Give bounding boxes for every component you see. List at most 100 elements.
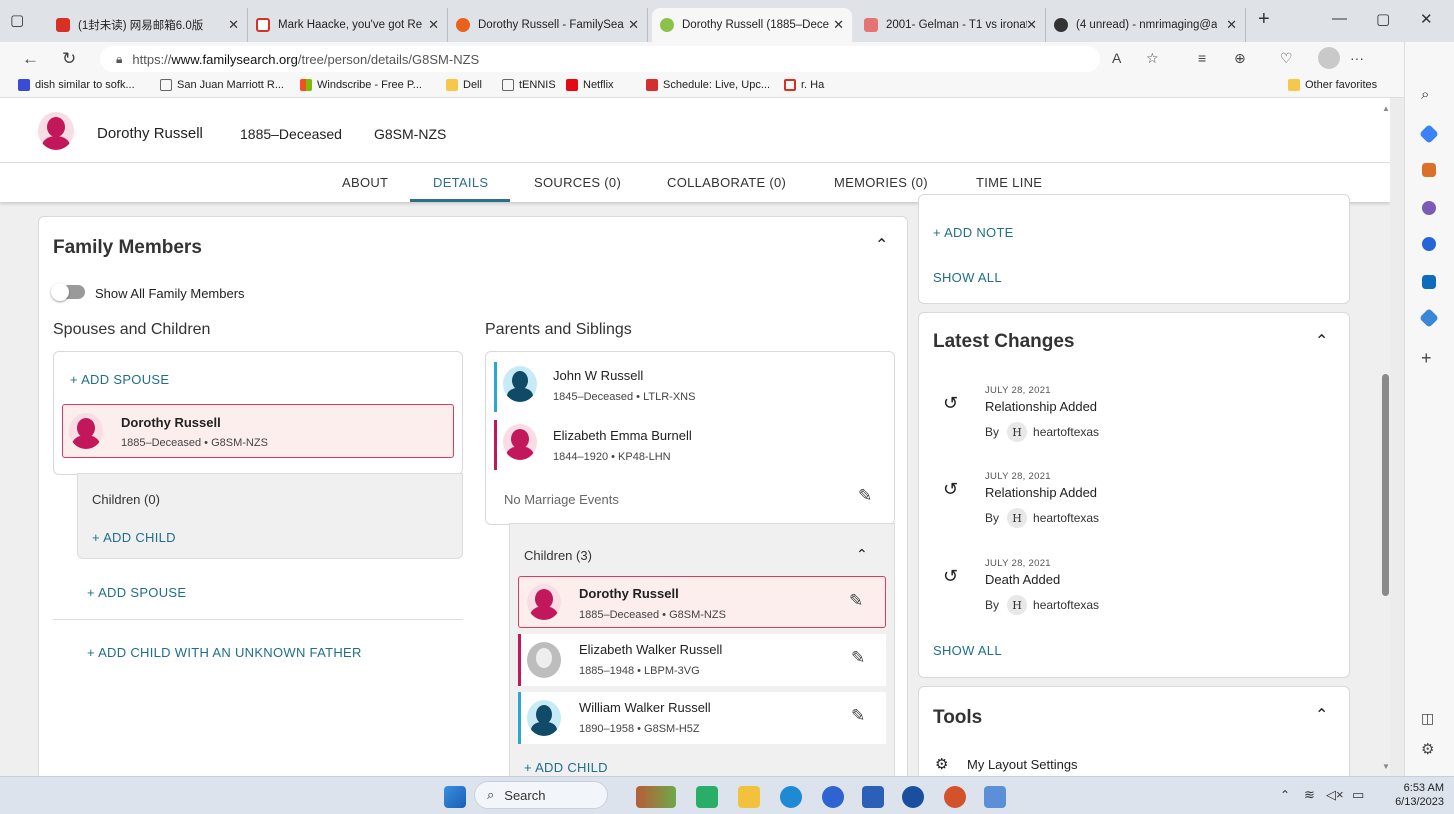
profile-avatar[interactable] [1318,47,1340,69]
collapse-chevron-icon[interactable]: ⌃ [875,235,888,255]
browser-tab[interactable]: (4 unread) - nmrimaging@a ✕ [1046,8,1246,42]
sibling-person-card[interactable]: William Walker Russell 1890–1958 • G8SM-… [518,692,886,744]
tools-icon[interactable] [1422,163,1436,177]
bookmark[interactable]: Windscribe - Free P... [300,79,422,91]
widgets-icon[interactable] [636,786,676,808]
restore-icon[interactable]: ▢ [1376,10,1390,28]
browser-tab[interactable]: Mark Haacke, you've got Re ✕ [248,8,448,42]
add-child-link[interactable]: + ADD CHILD [524,760,608,775]
edge-icon[interactable] [780,786,802,808]
games-icon[interactable] [1422,201,1436,215]
wifi-icon[interactable]: ≋ [1304,787,1315,803]
minimize-icon[interactable]: — [1332,10,1347,27]
edit-pencil-icon[interactable]: ✎ [851,648,865,668]
volume-muted-icon[interactable]: ◁× [1326,787,1344,803]
tab-memories[interactable]: MEMORIES (0) [834,175,928,190]
sibling-person-card[interactable]: Elizabeth Walker Russell 1885–1948 • LBP… [518,634,886,686]
add-note-link[interactable]: + ADD NOTE [933,225,1014,240]
favorite-star-icon[interactable]: ☆ [1146,50,1159,67]
bookmark[interactable]: Schedule: Live, Upc... [646,79,770,91]
powerpoint-icon[interactable] [944,786,966,808]
settings-gear-icon[interactable]: ⚙ [935,755,948,773]
tab-timeline[interactable]: TIME LINE [976,175,1042,190]
edit-pencil-icon[interactable]: ✎ [851,706,865,726]
father-person-card[interactable]: John W Russell 1845–Deceased • LTLR-XNS [494,362,888,412]
scrollbar-thumb[interactable] [1382,374,1389,596]
add-spouse-link[interactable]: + ADD SPOUSE [70,372,169,387]
bookmark[interactable]: Netflix [566,79,614,91]
bookmark[interactable]: dish similar to sofk... [18,79,135,91]
tab-collaborate[interactable]: COLLABORATE (0) [667,175,786,190]
close-icon[interactable]: ✕ [628,17,639,33]
word-icon[interactable] [862,786,884,808]
layout-settings-link[interactable]: My Layout Settings [967,757,1078,772]
edit-pencil-icon[interactable]: ✎ [849,591,863,611]
taskbar-search[interactable]: ⌕ Search [474,781,608,809]
office-icon[interactable] [1422,237,1436,251]
sidebar-panel-icon[interactable]: ◫ [1421,710,1434,727]
browser-tab[interactable]: 2001- Gelman - T1 vs ironat ✕ [856,8,1046,42]
other-favorites[interactable]: Other favorites [1288,79,1377,91]
window-close-icon[interactable]: ✕ [1420,10,1433,28]
user-link[interactable]: heartoftexas [1033,511,1099,525]
bookmark[interactable]: Dell [446,79,482,91]
self-person-card[interactable]: Dorothy Russell 1885–Deceased • G8SM-NZS [62,404,454,458]
wechat-icon[interactable] [696,786,718,808]
extensions-icon[interactable]: ♡ [1280,50,1293,67]
copilot-icon[interactable] [822,786,844,808]
more-icon[interactable]: ··· [1350,50,1364,66]
tray-chevron-icon[interactable]: ⌃ [1280,788,1290,802]
collapse-chevron-icon[interactable]: ⌃ [856,546,868,563]
close-icon[interactable]: ✕ [428,17,439,33]
bookmark[interactable]: tENNIS [502,79,556,91]
close-icon[interactable]: ✕ [1226,17,1237,33]
scroll-up-icon[interactable]: ▲ [1382,104,1390,113]
bookmark[interactable]: San Juan Marriott R... [160,79,284,91]
changes-show-all-link[interactable]: SHOW ALL [933,643,1002,658]
browser-tab[interactable]: (1封未读) 网易邮箱6.0版 ✕ [48,8,248,42]
tab-details[interactable]: DETAILS [433,175,488,190]
show-all-toggle[interactable] [51,283,85,301]
close-icon[interactable]: ✕ [228,17,239,33]
bookmark[interactable]: r. Ha [784,79,824,91]
tab-sources[interactable]: SOURCES (0) [534,175,621,190]
collapse-chevron-icon[interactable]: ⌃ [1315,705,1328,725]
send-icon[interactable] [1419,308,1439,328]
user-link[interactable]: heartoftexas [1033,598,1099,612]
tab-about[interactable]: ABOUT [342,175,388,190]
shopping-tag-icon[interactable] [1419,124,1439,144]
mother-person-card[interactable]: Elizabeth Emma Burnell 1844–1920 • KP48-… [494,420,888,470]
favorites-icon[interactable]: ≡ [1198,50,1206,66]
close-icon[interactable]: ✕ [1026,17,1037,33]
add-child-link[interactable]: + ADD CHILD [92,530,176,545]
settings-gear-icon[interactable]: ⚙ [1421,740,1434,758]
add-spouse-link[interactable]: + ADD SPOUSE [87,585,186,600]
back-icon[interactable]: ← [22,49,39,69]
collapse-chevron-icon[interactable]: ⌃ [1315,331,1328,351]
browser-tab-active[interactable]: Dorothy Russell (1885–Dece ✕ [652,8,852,42]
add-icon[interactable]: + [1421,348,1432,369]
read-aloud-icon[interactable]: A [1112,50,1121,66]
clock-date[interactable]: 6/13/2023 [1380,796,1444,808]
edit-pencil-icon[interactable]: ✎ [858,486,872,506]
teamviewer-icon[interactable] [902,786,924,808]
url-field[interactable]: 🔒︎ https://www.familysearch.org/tree/per… [100,46,1100,72]
add-child-unknown-father-link[interactable]: + ADD CHILD WITH AN UNKNOWN FATHER [87,645,362,660]
calculator-icon[interactable] [984,786,1006,808]
sibling-person-card[interactable]: Dorothy Russell 1885–Deceased • G8SM-NZS… [518,576,886,628]
start-icon[interactable] [444,786,466,808]
tab-actions-icon[interactable]: ▢ [10,11,24,29]
user-link[interactable]: heartoftexas [1033,425,1099,439]
refresh-icon[interactable]: ↻ [62,49,76,69]
collections-icon[interactable]: ⊕ [1234,50,1246,67]
outlook-icon[interactable] [1422,275,1436,289]
browser-tab[interactable]: Dorothy Russell - FamilySea ✕ [448,8,648,42]
notes-show-all-link[interactable]: SHOW ALL [933,270,1002,285]
page-scrollbar[interactable]: ▲ ▼ [1380,104,1390,776]
file-explorer-icon[interactable] [738,786,760,808]
new-tab-icon[interactable]: + [1258,8,1270,31]
battery-icon[interactable]: ▭ [1352,787,1364,803]
clock-time[interactable]: 6:53 AM [1380,782,1444,794]
close-icon[interactable]: ✕ [833,17,844,33]
scroll-down-icon[interactable]: ▼ [1382,762,1390,771]
